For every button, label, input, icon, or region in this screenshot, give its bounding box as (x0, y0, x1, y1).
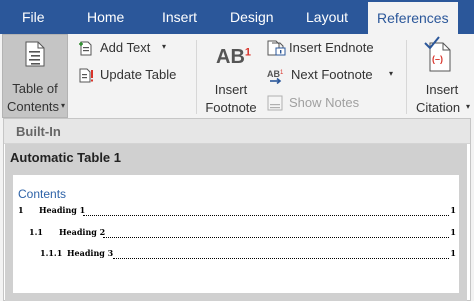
toc-leader-dots (113, 258, 449, 259)
tab-layout[interactable]: Layout (306, 0, 348, 34)
insert-footnote-line2: Footnote (205, 100, 257, 115)
table-of-contents-icon (25, 41, 45, 67)
insert-citation-line2: Citation (416, 100, 461, 115)
insert-footnote-line1: Insert (214, 82, 248, 97)
toc-entry: 1.1.1 Heading 3 (40, 248, 114, 258)
gallery-item-title: Automatic Table 1 (10, 150, 122, 165)
next-footnote-label: Next Footnote (291, 67, 373, 82)
group-separator (196, 40, 197, 114)
section-header-label: Built-In (16, 124, 61, 139)
section-header-built-in: Built-In (4, 119, 470, 144)
svg-text:(–): (–) (432, 54, 443, 64)
svg-text:AB: AB (267, 69, 280, 79)
insert-endnote-label: Insert Endnote (289, 40, 374, 55)
insert-footnote-button[interactable]: AB1 Insert Footnote (200, 34, 262, 118)
svg-text:1: 1 (280, 70, 284, 76)
group-separator (406, 40, 407, 114)
add-text-label: Add Text (100, 40, 151, 55)
toc-page-number: 1 (450, 248, 456, 258)
show-notes-icon (267, 95, 285, 111)
toc-leader-dots (103, 237, 449, 238)
footnote-icon: AB1 (216, 46, 252, 68)
tab-design[interactable]: Design (230, 0, 274, 34)
tab-file[interactable]: File (22, 0, 45, 34)
tab-home[interactable]: Home (87, 0, 124, 34)
toc-preview: Contents 1 Heading 1 1 1.1 Heading 2 1 1… (13, 175, 459, 293)
toc-dropdown-menu: Built-In Automatic Table 1 Contents 1 He… (3, 118, 471, 301)
toc-page-number: 1 (450, 227, 456, 237)
add-text-icon (78, 40, 94, 56)
tab-references[interactable]: References (368, 2, 458, 34)
tab-insert[interactable]: Insert (162, 0, 197, 34)
update-table-icon (78, 67, 94, 83)
toc-entry: 1 Heading 1 (18, 205, 86, 215)
ribbon-references: Table of Contents ▾ Add Text ▾ Update Ta… (0, 34, 474, 139)
toc-preview-title: Contents (18, 187, 67, 201)
check-icon (424, 36, 440, 50)
toc-label-line2: Contents (7, 99, 60, 114)
toc-entry: 1.1 Heading 2 (29, 227, 106, 237)
toc-label-line1: Table of (12, 81, 58, 96)
show-notes-label: Show Notes (289, 95, 360, 110)
table-of-contents-button[interactable]: Table of Contents ▾ (2, 34, 68, 118)
chevron-down-icon: ▾ (466, 102, 471, 111)
insert-citation-button[interactable]: (–) Insert Citation ▾ (410, 34, 474, 118)
toc-page-number: 1 (450, 205, 456, 215)
chevron-down-icon[interactable]: ▾ (389, 69, 393, 78)
next-footnote-icon: AB 1 (267, 68, 287, 84)
insert-citation-line1: Insert (425, 82, 459, 97)
ribbon-tab-bar: File Home Insert Design Layout Reference… (0, 0, 474, 34)
update-table-label: Update Table (100, 67, 177, 82)
endnote-icon (267, 40, 287, 56)
toc-leader-dots (83, 215, 449, 216)
chevron-down-icon: ▾ (162, 42, 167, 51)
chevron-down-icon: ▾ (61, 101, 66, 110)
automatic-table-1-option[interactable]: Automatic Table 1 Contents 1 Heading 1 1… (5, 144, 467, 301)
